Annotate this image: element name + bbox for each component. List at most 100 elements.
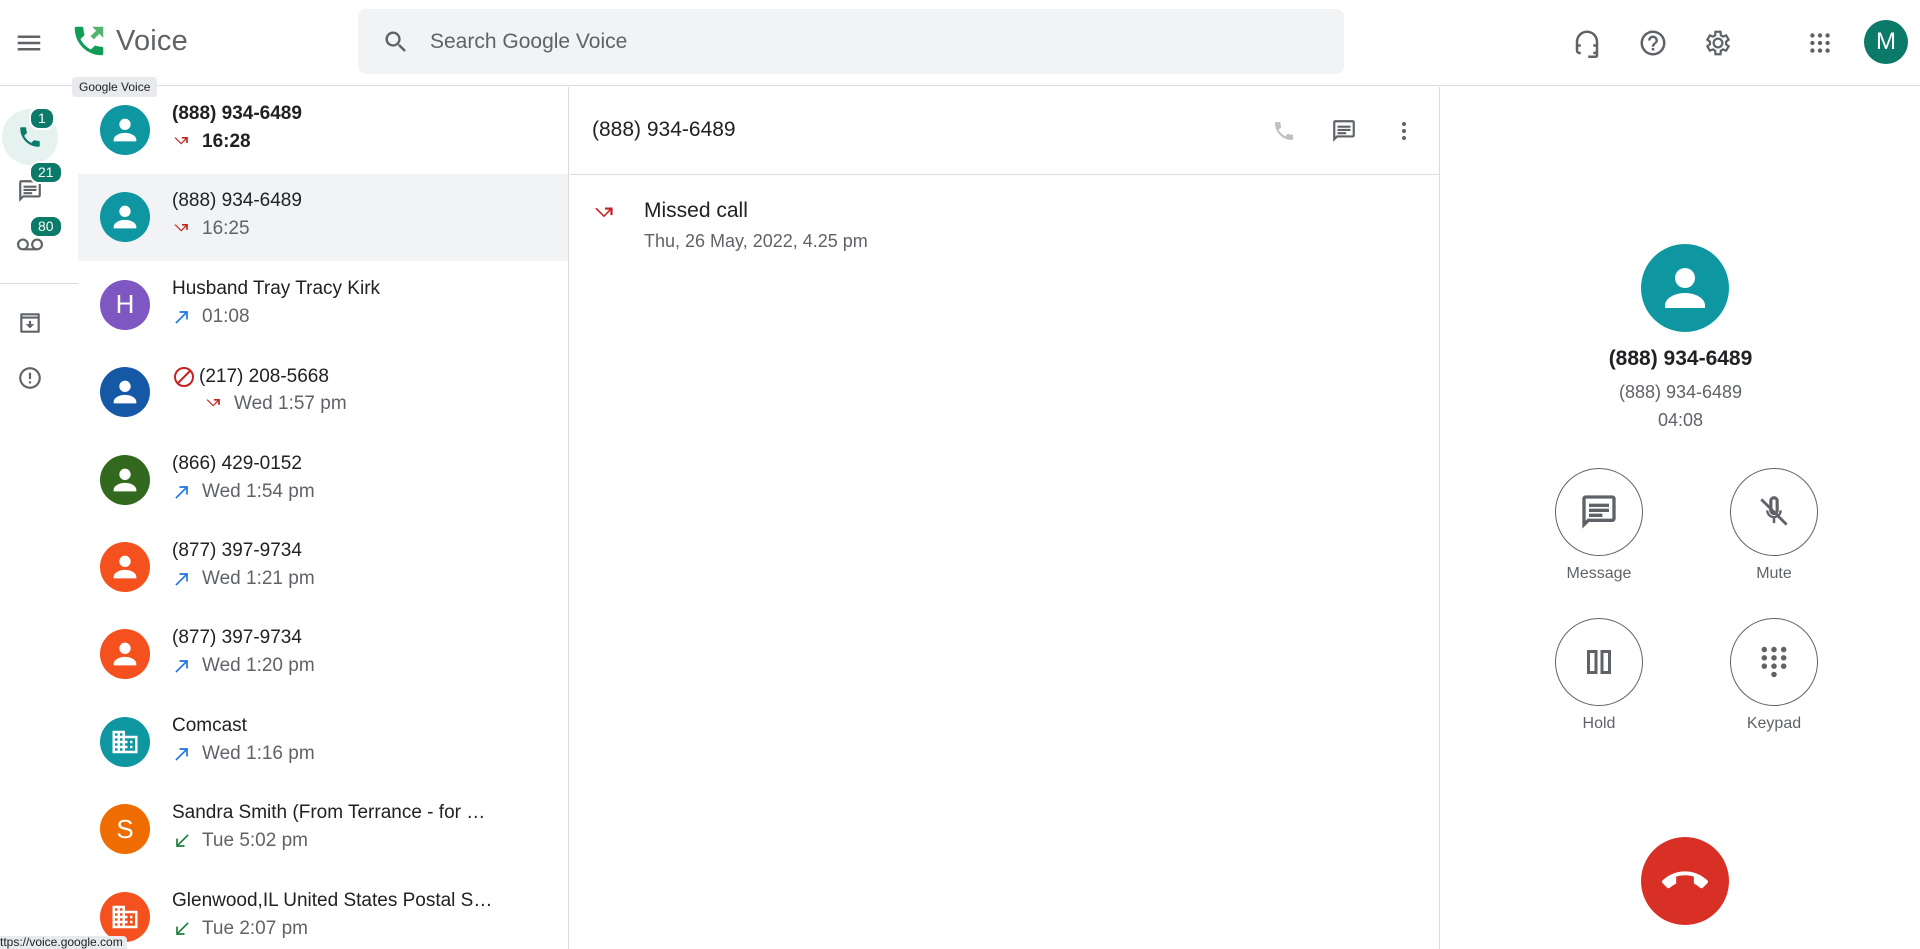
call-time: Wed 1:54 pm — [202, 480, 315, 502]
account-avatar[interactable]: M — [1864, 20, 1908, 64]
call-time: 16:28 — [202, 131, 251, 152]
blocked-icon — [174, 367, 194, 388]
call-meta: 01:08 — [172, 306, 250, 328]
apps-grid-icon[interactable] — [1799, 22, 1841, 64]
call-time: Wed 1:20 pm — [202, 655, 315, 677]
status-bar-url: ttps://voice.google.com — [0, 936, 127, 949]
person-icon — [113, 643, 137, 666]
contact-avatar — [100, 105, 150, 155]
call-list-item[interactable]: (866) 429-0152 Wed 1:54 pm — [78, 437, 568, 524]
call-list-item[interactable]: S Sandra Smith (From Terrance - for … Tue … — [78, 786, 568, 873]
call-list-item[interactable]: (877) 397-9734 Wed 1:20 pm — [78, 611, 568, 698]
call-time: Wed 1:57 pm — [234, 393, 347, 415]
mute-button[interactable] — [1730, 468, 1818, 556]
call-timer: 04:08 — [1657, 410, 1704, 430]
outgoing-call-icon — [175, 485, 188, 499]
calls-badge: 1 — [29, 107, 55, 130]
missed-call-icon — [595, 207, 613, 218]
contact-name: Comcast — [172, 714, 247, 736]
voice-logo[interactable]: Voice — [70, 22, 188, 60]
mute-label: Mute — [1756, 565, 1792, 582]
outgoing-call-icon — [175, 660, 188, 674]
main-menu-icon[interactable] — [14, 28, 44, 58]
help-icon[interactable] — [1632, 22, 1674, 64]
contact-avatar: S — [100, 804, 150, 855]
person-icon — [1665, 268, 1705, 308]
more-options-icon[interactable] — [1388, 115, 1420, 147]
person-icon — [113, 206, 137, 229]
call-list-item[interactable]: Glenwood,IL United States Postal S… Tue 2… — [78, 874, 568, 949]
call-list-item[interactable]: (217) 208-5668 Wed 1:57 pm — [78, 349, 568, 436]
entry-date: Thu, 26 May, 2022, 4.25 pm — [644, 231, 868, 251]
person-icon — [113, 380, 137, 404]
search-bar[interactable] — [358, 9, 1344, 74]
contact-name: Husband Tray Tracy Kirk — [172, 277, 381, 299]
contact-name: Glenwood,IL United States Postal S… — [172, 889, 493, 911]
contact-avatar — [100, 454, 150, 505]
contact-name: (888) 934-6489 — [172, 103, 302, 124]
person-icon — [113, 555, 137, 579]
call-meta: Wed 1:54 pm — [172, 481, 315, 503]
search-input[interactable] — [430, 29, 1230, 54]
detail-title: (888) 934-6489 — [592, 118, 736, 141]
messages-badge: 21 — [29, 161, 63, 184]
detail-header: (888) 934-6489 — [570, 87, 1439, 175]
keypad-button[interactable] — [1730, 618, 1818, 706]
left-nav: 1 21 80 — [0, 87, 78, 949]
mic-off-icon — [1760, 496, 1788, 526]
detail-call-icon[interactable] — [1268, 115, 1300, 147]
call-meta: Tue 2:07 pm — [172, 918, 308, 940]
outgoing-call-icon — [175, 310, 188, 324]
contact-name: (217) 208-5668 — [172, 365, 329, 389]
incoming-call-icon — [176, 834, 189, 848]
dialpad-icon — [1761, 646, 1787, 678]
settings-gear-icon[interactable] — [1697, 22, 1739, 64]
outgoing-call-icon — [175, 747, 188, 761]
call-meta: 16:25 — [172, 218, 250, 240]
top-bar: Voice M — [0, 0, 1920, 86]
contact-name: (877) 397-9734 — [172, 540, 302, 561]
person-icon — [113, 118, 137, 142]
call-time: Wed 1:21 pm — [202, 568, 315, 589]
logo-tooltip: Google Voice — [72, 77, 158, 97]
call-meta: Wed 1:16 pm — [172, 743, 315, 765]
nav-divider — [0, 283, 78, 284]
contact-avatar: H — [100, 279, 150, 330]
call-list-item[interactable]: Comcast Wed 1:16 pm — [78, 699, 568, 786]
spam-alert-icon — [19, 367, 41, 389]
archive-icon — [20, 313, 40, 333]
contact-name: Sandra Smith (From Terrance - for … — [172, 802, 486, 824]
call-list-item[interactable]: H Husband Tray Tracy Kirk 01:08 — [78, 262, 568, 349]
call-meta: Wed 1:21 pm — [172, 568, 315, 590]
message-button[interactable] — [1555, 468, 1643, 556]
call-meta: Wed 1:20 pm — [172, 655, 315, 677]
detail-message-icon[interactable] — [1328, 115, 1360, 147]
search-icon[interactable] — [382, 28, 410, 56]
call-list-item[interactable]: (888) 934-6489 16:25 — [78, 174, 568, 262]
call-list-item[interactable]: (888) 934-6489 16:28 — [78, 87, 568, 174]
hold-button[interactable] — [1555, 618, 1643, 706]
outgoing-call-icon — [175, 573, 188, 586]
missed-call-icon — [174, 224, 188, 232]
contact-name: (888) 934-6489 — [172, 190, 302, 212]
end-call-button[interactable] — [1641, 837, 1729, 925]
headset-icon[interactable] — [1566, 22, 1608, 64]
call-time: Wed 1:16 pm — [202, 742, 315, 764]
hold-label: Hold — [1582, 715, 1616, 732]
keypad-label: Keypad — [1746, 715, 1802, 732]
nav-archive[interactable] — [2, 295, 58, 351]
contact-avatar — [100, 629, 150, 680]
missed-call-icon — [206, 399, 220, 407]
call-list-item[interactable]: (877) 397-9734 Wed 1:21 pm — [78, 524, 568, 611]
contact-avatar — [100, 542, 150, 592]
contact-avatar — [100, 192, 150, 243]
conversation-detail: (888) 934-6489 Missed call Thu, 26 May, … — [570, 87, 1440, 949]
caller-avatar — [1641, 244, 1729, 332]
nav-spam[interactable] — [2, 350, 58, 406]
voicemail-badge: 80 — [29, 215, 63, 238]
active-call-panel: (888) 934-6489 (888) 934-6489 04:08 Mess… — [1441, 87, 1920, 949]
contact-avatar — [100, 716, 150, 767]
missed-call-icon — [174, 137, 188, 145]
message-label: Message — [1566, 565, 1632, 582]
app-name: Voice — [116, 24, 188, 57]
